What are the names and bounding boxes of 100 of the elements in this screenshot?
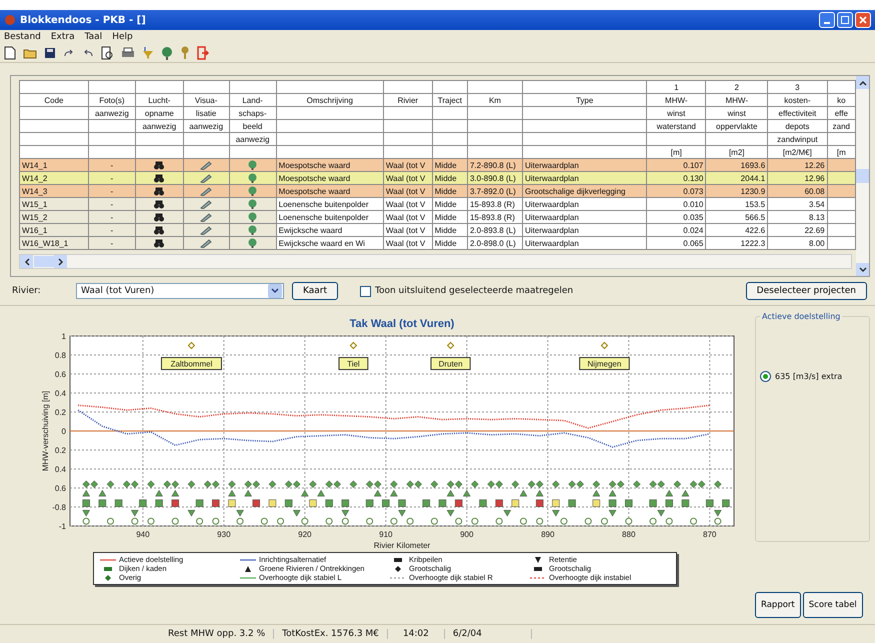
column-header: effectiviteit [768,106,828,120]
table-cell: W14_1 [20,158,88,172]
x-tick-label: 930 [217,530,231,539]
x-tick-label: 940 [136,530,150,539]
column-header: 1 [646,80,706,94]
vertical-scrollbar[interactable] [856,76,869,276]
column-header: [m2/M€] [768,146,828,158]
exit-icon[interactable] [197,46,209,60]
print-preview-icon[interactable] [101,46,114,60]
checkbox[interactable] [360,286,372,296]
column-header: Foto(s) [88,94,136,106]
table-cell: - [88,236,136,250]
y-tick-label: 0.8 [54,351,66,360]
filter-icon[interactable] [142,46,154,60]
column-header: 2 [706,80,768,94]
column-header: kosten- [768,94,828,106]
table-cell: 60.08 [768,184,828,198]
binoculars-icon[interactable] [154,186,164,196]
maximize-button[interactable] [837,12,853,28]
column-header: Km [467,94,522,106]
table-cell: 422.6 [706,224,768,236]
y-tick-label: 0.6 [54,370,66,379]
column-header: Land- [229,94,276,106]
status-field: 14:02 [388,629,445,639]
annotation: Zaltbommel [170,360,213,369]
close-button[interactable] [855,12,871,28]
table-cell: Midde [432,236,468,250]
table-cell: Waal (tot V [383,172,432,184]
menu-item[interactable]: Extra [50,32,75,42]
close-icon [859,16,867,24]
binoculars-icon[interactable] [154,226,164,235]
annotation: Druten [438,360,463,369]
binoculars-icon[interactable] [154,200,164,209]
binoculars-icon[interactable] [154,160,164,170]
table-cell: Waal (tot V [383,198,432,210]
column-header: lisatie [183,106,230,120]
status-field: TotKostEx. 1576.3 M€ [274,629,388,639]
table-cell: Midde [432,184,468,198]
scrollbar-thumb[interactable] [34,256,54,267]
table-cell: Ewijcksche waard [276,224,384,236]
annotation: Nijmegen [588,360,622,369]
table-cell: 22.69 [768,224,828,236]
radio-button[interactable] [760,371,771,382]
column-header: opname [135,106,184,120]
table-cell: 12.26 [768,158,828,172]
new-file-icon[interactable] [4,46,16,60]
table-cell: W15_2 [20,210,88,224]
redo-icon[interactable] [63,48,75,58]
table-cell: 3.54 [768,198,828,210]
column-header: oppervlakte [706,120,768,132]
menu-item[interactable]: Help [112,32,133,42]
table-cell: 0.010 [646,198,706,210]
undo-icon[interactable] [82,48,94,58]
table-cell: Midde [432,172,468,184]
column-header: 3 [768,80,828,94]
table-cell: Moespotsche waard [276,172,384,184]
pen-icon[interactable] [200,238,212,248]
binoculars-icon[interactable] [154,238,164,248]
column-header: aanwezig [135,120,184,132]
table-cell: 7.2-890.8 (L) [467,158,522,172]
table-cell: W16_W18_1 [20,236,88,250]
column-header: Rivier [383,94,432,106]
table-cell: Waal (tot V [383,210,432,224]
table-cell: Grootschalige dijkverlegging [522,184,647,198]
group-title: Actieve doelstelling [761,312,842,321]
annotation: Tiel [347,360,360,369]
scrollbar-thumb[interactable] [856,169,869,183]
binoculars-icon[interactable] [154,212,164,222]
table-cell: - [88,172,136,184]
save-icon[interactable] [44,47,56,59]
x-tick-label: 900 [460,530,474,539]
table-cell: - [88,184,136,198]
minimize-button[interactable] [819,12,835,28]
table-cell: Uiterwaardplan [522,224,647,236]
checkbox-label: Toon uitsluitend geselecteerde maatregelen [375,286,574,296]
horizontal-scrollbar[interactable] [19,254,852,269]
table-cell: Midde [432,198,468,210]
open-folder-icon[interactable] [23,47,37,59]
table-cell: 3.7-892.0 (L) [467,184,522,198]
binoculars-icon[interactable] [154,174,164,183]
table-cell: 2.0-898.0 (L) [467,236,522,250]
x-tick-label: 880 [622,530,636,539]
table-cell: Waal (tot V [383,184,432,198]
column-header: aanwezig [183,120,230,132]
table-cell: 8.13 [768,210,828,224]
menu-item[interactable]: Taal [84,32,102,42]
river-dropdown[interactable]: Waal (tot Vuren) [76,283,284,299]
column-header: Lucht- [135,94,184,106]
column-header: zandwinput [768,132,828,146]
x-tick-label: 910 [379,530,392,539]
map-button[interactable]: Kaart [292,282,338,300]
table-cell: Ewijcksche waard en Wi [276,236,384,250]
menu-item[interactable]: Bestand [4,32,41,42]
column-header: aanwezig [229,132,276,146]
print-icon[interactable] [121,47,135,59]
report-button[interactable]: Rapport [755,592,801,618]
score-table-button[interactable]: Score tabel [802,592,863,618]
table-cell: Uiterwaardplan [522,210,647,224]
column-header: Visua- [183,94,230,106]
deselect-projects-button[interactable]: Deselecteer projecten [746,282,867,300]
